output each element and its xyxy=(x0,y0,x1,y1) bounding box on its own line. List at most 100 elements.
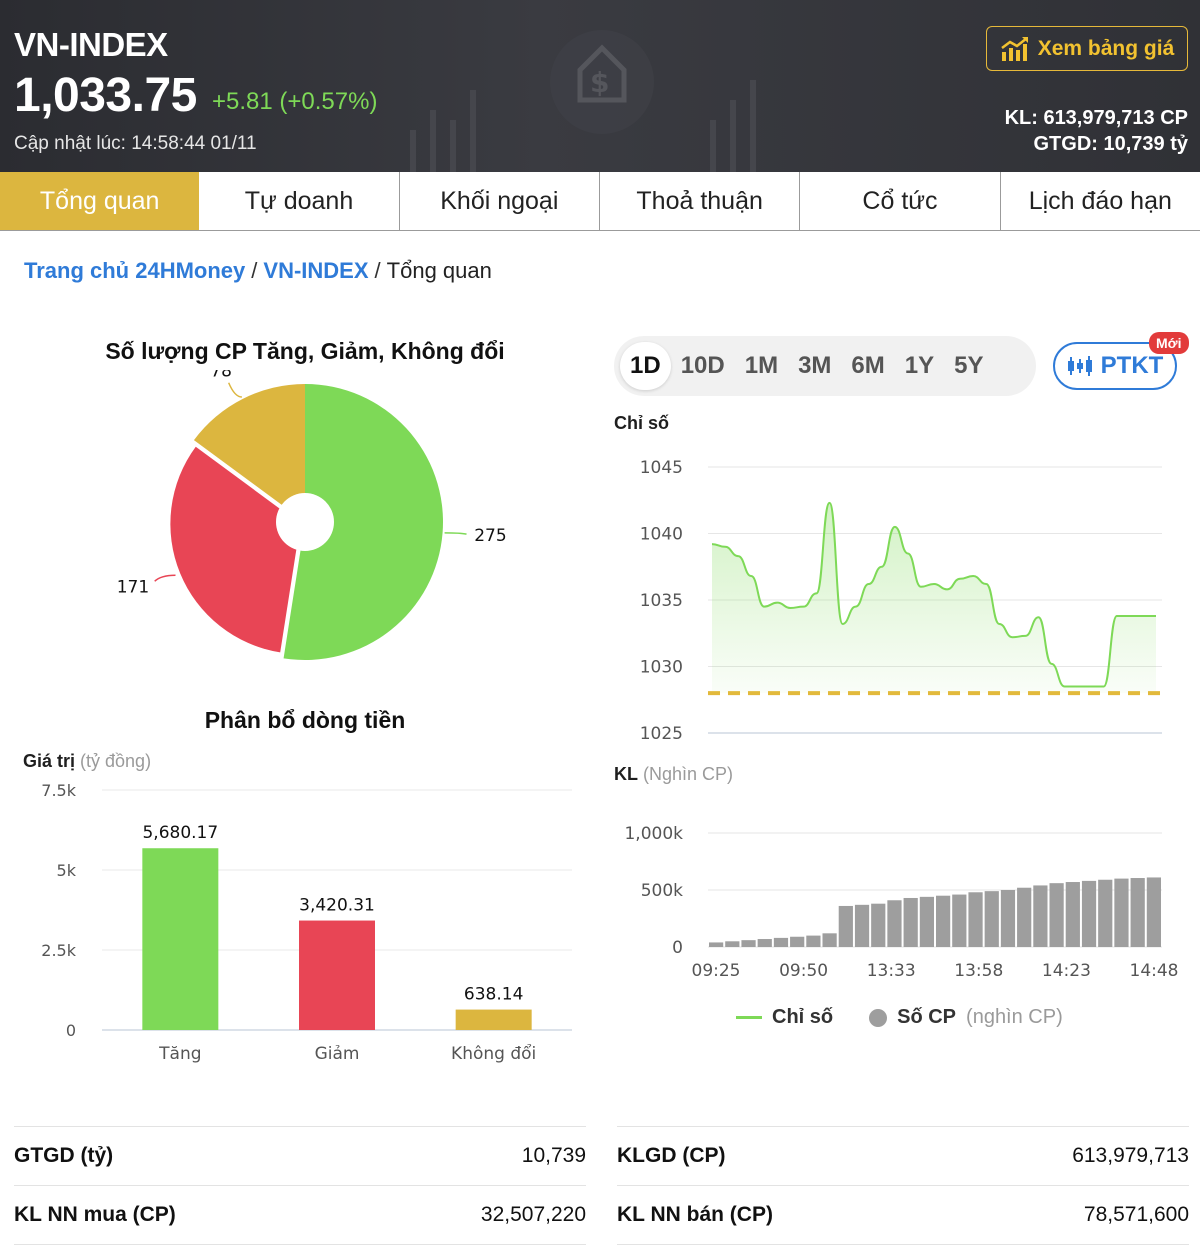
chart-legend: Chỉ số Số CP (nghìn CP) xyxy=(736,1006,1063,1029)
tab-dividends[interactable]: Cổ tức xyxy=(800,172,1001,230)
legend-item-index[interactable]: Chỉ số xyxy=(736,1006,833,1029)
pie-center-hole xyxy=(276,493,334,551)
volume-bar xyxy=(757,939,772,947)
background-chart-decoration: $ xyxy=(410,30,756,172)
legend-dot-swatch xyxy=(869,1008,888,1027)
index-name: VN-INDEX xyxy=(14,26,168,63)
volume-x-tick-label: 14:48 xyxy=(1130,961,1179,981)
volume-y-tick-label: 1,000k xyxy=(624,824,683,844)
breadcrumb: Trang chủ 24HMoney / VN-INDEX / Tổng quan xyxy=(24,258,492,284)
breadcrumb-index-link[interactable]: VN-INDEX xyxy=(263,258,368,283)
price-board-button[interactable]: Xem bảng giá xyxy=(986,26,1188,71)
bar-data-label: 5,680.17 xyxy=(142,823,218,843)
line-y-tick-label: 1025 xyxy=(640,724,683,744)
tab-overview[interactable]: Tổng quan xyxy=(0,172,200,230)
volume-y-tick-label: 500k xyxy=(641,881,683,901)
volume-bar xyxy=(1065,882,1080,947)
bar-y-tick-label: 5k xyxy=(57,861,77,880)
volume-bar xyxy=(1081,880,1097,947)
stat-label: KLGD (CP) xyxy=(617,1143,726,1167)
bar-không-đổi xyxy=(455,1009,532,1030)
volume-bar xyxy=(903,897,918,947)
bar-data-label: 3,420.31 xyxy=(299,896,375,916)
volume-bar xyxy=(1017,887,1032,947)
new-badge: Mới xyxy=(1149,332,1189,354)
technical-analysis-label: PTKT xyxy=(1100,352,1164,379)
volume-bar-chart: 0 500k 1,000k 09:25 09:50 13:33 13:58 14:23 14:4… xyxy=(624,824,1179,981)
volume-x-tick-label: 09:25 xyxy=(692,961,741,981)
line-y-tick-label: 1045 xyxy=(640,458,683,478)
bar-category-label: Giảm xyxy=(315,1044,360,1064)
stat-label: GTGD (tỷ) xyxy=(14,1143,114,1167)
stat-row-klgd: KLGD (CP) 613,979,713 xyxy=(617,1126,1189,1184)
tab-proprietary[interactable]: Tự doanh xyxy=(199,172,400,230)
index-header: $ VN-INDEX 1,033.75 +5.81 (+0.57%) Cập n… xyxy=(0,0,1200,172)
legend-volume-label: Số CP xyxy=(897,1006,957,1028)
breadcrumb-current: Tổng quan xyxy=(386,258,492,283)
volume-bar xyxy=(1098,879,1113,947)
volume-bar xyxy=(806,935,821,947)
index-value: 1,033.75 xyxy=(14,69,197,122)
legend-item-volume[interactable]: Số CP (nghìn CP) xyxy=(869,1006,1063,1029)
bar-y-tick-label: 0 xyxy=(66,1021,76,1040)
breadcrumb-home-link[interactable]: Trang chủ 24HMoney xyxy=(24,258,245,283)
volume-bar xyxy=(887,900,902,947)
volume-bar xyxy=(1130,878,1145,947)
bar-category-label: Tăng xyxy=(158,1044,201,1064)
breadcrumb-separator: / xyxy=(374,258,381,283)
volume-bar xyxy=(741,940,756,947)
svg-text:$: $ xyxy=(590,66,609,99)
tab-expiry-schedule[interactable]: Lịch đáo hạn xyxy=(1001,172,1200,230)
volume-bar xyxy=(984,891,999,947)
volume-bar xyxy=(1000,890,1016,947)
breadcrumb-separator: / xyxy=(251,258,258,283)
value-summary: GTGD: 10,739 tỷ xyxy=(1033,133,1188,155)
pie-chart-title: Số lượng CP Tăng, Giảm, Không đổi xyxy=(105,338,505,364)
stat-value: 32,507,220 xyxy=(480,1202,586,1226)
price-board-label: Xem bảng giá xyxy=(1037,36,1175,60)
legend-index-label: Chỉ số xyxy=(772,1006,834,1028)
pie-data-label: 171 xyxy=(117,578,149,598)
volume-bar xyxy=(919,896,934,947)
period-10d[interactable]: 10D xyxy=(671,342,735,390)
period-1m[interactable]: 1M xyxy=(735,342,788,390)
divider xyxy=(14,1244,586,1245)
period-selector: 1D 10D 1M 3M 6M 1Y 5Y xyxy=(614,336,1036,396)
stat-value: 10,739 xyxy=(521,1143,586,1167)
volume-y-tick-label: 0 xyxy=(672,938,683,958)
volume-bar xyxy=(1049,883,1064,947)
volume-bar xyxy=(1114,878,1129,947)
bar-y-tick-label: 2.5k xyxy=(41,941,76,960)
volume-bar xyxy=(968,892,983,947)
volume-bar xyxy=(1033,885,1048,947)
line-area-fill xyxy=(712,502,1156,694)
period-5y[interactable]: 5Y xyxy=(944,342,993,390)
volume-summary: KL: 613,979,713 CP xyxy=(1004,107,1188,129)
volume-bar xyxy=(822,933,837,947)
bar-tăng xyxy=(142,848,219,1030)
period-3m[interactable]: 3M xyxy=(788,342,841,390)
money-flow-bar-chart: 0 2.5k 5k 7.5k 5,680.17 Tăng 3,420.31 Giảm 638.1… xyxy=(41,781,572,1064)
tab-foreign[interactable]: Khối ngoại xyxy=(400,172,600,230)
line-y-tick-label: 1035 xyxy=(640,591,683,611)
stat-row-gtgd: GTGD (tỷ) 10,739 xyxy=(14,1126,586,1184)
stat-value: 78,571,600 xyxy=(1083,1202,1189,1226)
pie-data-label: 275 xyxy=(474,526,506,546)
volume-bar xyxy=(725,941,740,947)
legend-volume-unit: (nghìn CP) xyxy=(966,1006,1063,1028)
period-1y[interactable]: 1Y xyxy=(895,342,944,390)
period-6m[interactable]: 6M xyxy=(841,342,894,390)
volume-x-tick-label: 13:58 xyxy=(954,961,1003,981)
trending-chart-icon xyxy=(1000,36,1028,61)
volume-bar xyxy=(1146,877,1161,947)
volume-x-tick-label: 09:50 xyxy=(779,961,828,981)
volume-bar xyxy=(773,937,789,947)
stat-row-foreign-sell: KL NN bán (CP) 78,571,600 xyxy=(617,1185,1189,1243)
tab-bar: Tổng quan Tự doanh Khối ngoại Thoả thuận… xyxy=(0,172,1200,231)
volume-bar xyxy=(871,903,886,947)
period-1d[interactable]: 1D xyxy=(620,342,671,390)
stat-label: KL NN bán (CP) xyxy=(617,1202,773,1226)
pie-leader-line xyxy=(227,382,242,398)
bar-giảm xyxy=(299,920,375,1030)
tab-negotiated[interactable]: Thoả thuận xyxy=(600,172,801,230)
